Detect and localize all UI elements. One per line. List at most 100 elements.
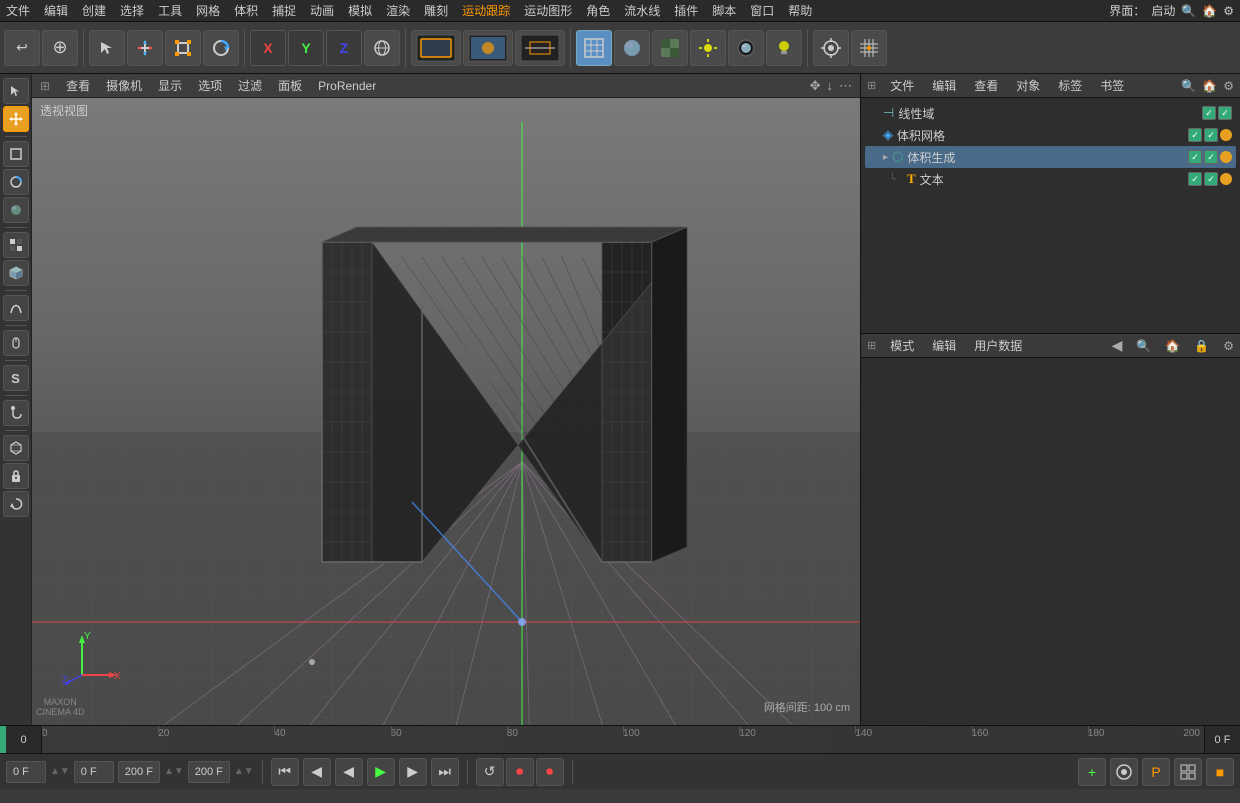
quick-render-btn[interactable] <box>728 30 764 66</box>
menu-help[interactable]: 帮助 <box>788 2 812 19</box>
rp-tab-bookmark[interactable]: 书签 <box>1096 77 1128 94</box>
render-view[interactable] <box>463 30 513 66</box>
menu-edit[interactable]: 编辑 <box>44 2 68 19</box>
menu-tools[interactable]: 工具 <box>158 2 182 19</box>
tool-refresh[interactable] <box>3 491 29 517</box>
vp-menu-display[interactable]: 显示 <box>158 77 182 94</box>
search-icon[interactable]: 🔍 <box>1181 4 1196 18</box>
rb-tab-mode[interactable]: 模式 <box>886 337 918 354</box>
vp-menu-prorender[interactable]: ProRender <box>318 79 376 93</box>
play-reverse-btn[interactable]: ◀ <box>335 758 363 786</box>
undo-button[interactable]: ↩ <box>4 30 40 66</box>
layout-mode[interactable]: 启动 <box>1151 2 1175 19</box>
tool-box[interactable] <box>3 141 29 167</box>
play-btn[interactable]: ▶ <box>367 758 395 786</box>
wireframe-btn[interactable] <box>576 30 612 66</box>
rb-tab-userdata[interactable]: 用户数据 <box>970 337 1026 354</box>
timeline-btn[interactable]: ■ <box>1206 758 1234 786</box>
tree-check-text[interactable]: ✓ <box>1188 172 1202 186</box>
viewport-3d[interactable]: ⊞ 查看 摄像机 显示 选项 过滤 面板 ProRender ✥ ↓ ⋯ 透视视… <box>32 74 860 725</box>
menu-pipeline[interactable]: 流水线 <box>624 2 660 19</box>
vp-menu-filter[interactable]: 过滤 <box>238 77 262 94</box>
tree-check-vbuild2[interactable]: ✓ <box>1204 150 1218 164</box>
menu-mesh[interactable]: 网格 <box>196 2 220 19</box>
frame-start-field[interactable]: 0 F <box>74 761 114 783</box>
tree-item-text[interactable]: └ T 文本 ✓ ✓ <box>865 168 1236 190</box>
tree-check-linear[interactable]: ✓ <box>1202 106 1216 120</box>
tool-lock[interactable] <box>3 463 29 489</box>
rp-tab-tag[interactable]: 标签 <box>1054 77 1086 94</box>
menu-render[interactable]: 渲染 <box>386 2 410 19</box>
frame-end-field[interactable]: 200 F <box>118 761 160 783</box>
rotate-tool[interactable] <box>203 30 239 66</box>
tree-check-vbuild[interactable]: ✓ <box>1188 150 1202 164</box>
go-to-start-btn[interactable]: ⏮ <box>271 758 299 786</box>
tool-hook[interactable] <box>3 400 29 426</box>
rp-settings-icon[interactable]: ⚙ <box>1223 79 1234 93</box>
vp-move-icon[interactable]: ✥ <box>810 78 821 94</box>
tree-check-vmesh2[interactable]: ✓ <box>1204 128 1218 142</box>
axis-z-button[interactable]: Z <box>326 30 362 66</box>
tool-move[interactable] <box>3 106 29 132</box>
tool-bezier[interactable] <box>3 295 29 321</box>
menu-create[interactable]: 创建 <box>82 2 106 19</box>
next-frame-btn[interactable]: ▶ <box>399 758 427 786</box>
prev-frame-btn[interactable]: ◀ <box>303 758 331 786</box>
menu-mograph[interactable]: 运动图形 <box>524 2 572 19</box>
tool-pointer[interactable] <box>3 78 29 104</box>
tool-grid-hex[interactable] <box>3 435 29 461</box>
menu-animate[interactable]: 动画 <box>310 2 334 19</box>
loop-btn[interactable]: ↺ <box>476 758 504 786</box>
menu-select[interactable]: 选择 <box>120 2 144 19</box>
render-region[interactable] <box>411 30 461 66</box>
axis-y-button[interactable]: Y <box>288 30 324 66</box>
menu-window[interactable]: 窗口 <box>750 2 774 19</box>
menu-file[interactable]: 文件 <box>6 2 30 19</box>
rp-home-icon[interactable]: 🏠 <box>1202 79 1217 93</box>
tree-item-volume-builder[interactable]: ▸ ⬡ 体积生成 ✓ ✓ <box>865 146 1236 168</box>
rb-settings-icon[interactable]: ⚙ <box>1223 339 1234 353</box>
home-icon[interactable]: 🏠 <box>1202 4 1217 18</box>
vp-down-icon[interactable]: ↓ <box>827 78 834 93</box>
timeline-track[interactable]: 0 20 40 60 80 100 120 140 160 180 200 <box>42 726 1204 753</box>
solid-btn[interactable] <box>614 30 650 66</box>
tree-check-text2[interactable]: ✓ <box>1204 172 1218 186</box>
menu-motion-track[interactable]: 运动跟踪 <box>462 2 510 19</box>
bulb-btn[interactable] <box>766 30 802 66</box>
rp-tab-file[interactable]: 文件 <box>886 77 918 94</box>
rp-search-icon[interactable]: 🔍 <box>1181 79 1196 93</box>
grid-snap-btn[interactable] <box>851 30 887 66</box>
menu-plugins[interactable]: 插件 <box>674 2 698 19</box>
menu-sculpt[interactable]: 雕刻 <box>424 2 448 19</box>
tree-item-linear-domain[interactable]: ⊣ 线性域 ✓ ✓ <box>865 102 1236 124</box>
rb-search-icon[interactable]: 🔍 <box>1136 339 1151 353</box>
light-btn[interactable] <box>690 30 726 66</box>
menu-snap[interactable]: 捕捉 <box>272 2 296 19</box>
tool-mouse[interactable] <box>3 330 29 356</box>
vp-menu-options[interactable]: 选项 <box>198 77 222 94</box>
move-tool[interactable] <box>127 30 163 66</box>
frame-step-field[interactable]: 200 F <box>188 761 230 783</box>
scale-tool[interactable] <box>165 30 201 66</box>
tree-item-vbuild-expand[interactable]: ▸ <box>883 152 888 163</box>
preview-btn[interactable]: P <box>1142 758 1170 786</box>
menu-volume[interactable]: 体积 <box>234 2 258 19</box>
frame-current-field[interactable]: 0 F <box>6 761 46 783</box>
tool-cube[interactable] <box>3 260 29 286</box>
vp-menu-panel[interactable]: 面板 <box>278 77 302 94</box>
auto-record-btn[interactable]: ⏺ <box>536 758 564 786</box>
grid-btn[interactable] <box>1174 758 1202 786</box>
rp-tab-edit[interactable]: 编辑 <box>928 77 960 94</box>
tree-check-linear2[interactable]: ✓ <box>1218 106 1232 120</box>
rp-tab-object[interactable]: 对象 <box>1012 77 1044 94</box>
add-keyframe-btn[interactable]: + <box>1078 758 1106 786</box>
tool-s[interactable]: S <box>3 365 29 391</box>
vp-menu-camera[interactable]: 摄像机 <box>106 77 142 94</box>
tree-check-vmesh[interactable]: ✓ <box>1188 128 1202 142</box>
world-button[interactable] <box>364 30 400 66</box>
vp-menu-view[interactable]: 查看 <box>66 77 90 94</box>
select-tool[interactable] <box>89 30 125 66</box>
tool-sphere[interactable] <box>3 197 29 223</box>
tree-item-volume-mesh[interactable]: ◈ 体积网格 ✓ ✓ <box>865 124 1236 146</box>
axis-x-button[interactable]: X <box>250 30 286 66</box>
